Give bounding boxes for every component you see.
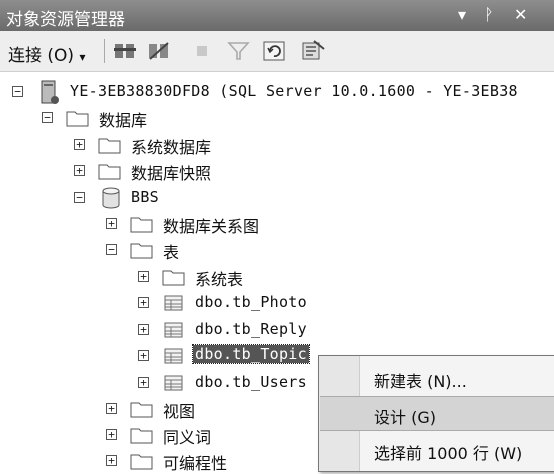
tree-label-system-databases: 系统数据库	[131, 138, 212, 157]
stop-icon[interactable]	[190, 39, 216, 63]
filter-icon[interactable]	[226, 39, 252, 63]
pin-icon[interactable]: ᚹ	[484, 5, 494, 24]
tree-label-synonyms: 同义词	[163, 428, 212, 447]
menu-item-select-top[interactable]: 选择前 1000 行 (W)	[320, 433, 554, 466]
table-icon	[164, 375, 183, 391]
tree-node-db-snapshots[interactable]: + 数据库快照	[0, 158, 554, 184]
expand-icon[interactable]: +	[106, 429, 117, 440]
expand-icon[interactable]: +	[74, 139, 85, 150]
expand-icon[interactable]: +	[138, 377, 149, 388]
chevron-down-icon: ▾	[79, 50, 86, 64]
connect-button[interactable]: 连接 (O) ▾	[8, 41, 86, 66]
connect-label: 连接 (O)	[8, 46, 75, 66]
tree-node-system-databases[interactable]: + 系统数据库	[0, 132, 554, 158]
expand-icon[interactable]: +	[106, 455, 117, 466]
title-bar: 对象资源管理器 ▾ ᚹ ✕	[0, 0, 554, 31]
folder-icon	[130, 428, 153, 444]
table-icon	[164, 322, 183, 338]
expand-icon[interactable]: +	[106, 218, 117, 229]
refresh-icon[interactable]	[262, 39, 288, 63]
expand-icon[interactable]: +	[138, 297, 149, 308]
folder-icon	[130, 217, 153, 233]
expand-icon[interactable]: +	[138, 271, 149, 282]
tree-label-table-selected: dbo.tb_Topic	[192, 344, 310, 364]
expand-icon[interactable]: +	[138, 350, 149, 361]
tree-node-views[interactable]: + 视图	[0, 396, 318, 422]
collapse-icon[interactable]: −	[106, 244, 117, 255]
table-icon	[164, 295, 183, 311]
table-icon	[164, 348, 183, 364]
context-menu: 新建表 (N)... 设计 (G) 选择前 1000 行 (W)	[318, 355, 554, 472]
server-label: YE-3EB38830DFD8 (SQL Server 10.0.1600 - …	[70, 82, 518, 100]
menu-item-design[interactable]: 设计 (G)	[320, 396, 554, 431]
tree-node-db-diagrams[interactable]: + 数据库关系图	[0, 211, 554, 237]
tree-label-table: dbo.tb_Photo	[195, 293, 307, 311]
connect-object-icon[interactable]	[112, 39, 138, 63]
tree-node-bbs[interactable]: − BBS	[0, 185, 554, 211]
menu-item-label: 设计 (G)	[374, 408, 436, 427]
tree-label-db-diagrams: 数据库关系图	[163, 217, 260, 236]
tree-label-system-tables: 系统表	[195, 270, 244, 289]
folder-icon	[130, 454, 153, 470]
database-icon	[102, 187, 120, 209]
tree-label-db-snapshots: 数据库快照	[131, 164, 212, 183]
tree-node-table[interactable]: + dbo.tb_Photo	[0, 290, 554, 316]
tree-node-tables[interactable]: − 表	[0, 237, 554, 263]
collapse-icon[interactable]: −	[42, 112, 53, 123]
tree-node-table[interactable]: + dbo.tb_Users	[0, 370, 320, 396]
folder-icon	[66, 111, 89, 127]
menu-item-label: 选择前 1000 行 (W)	[374, 444, 523, 463]
toolbar: 连接 (O) ▾	[0, 31, 554, 72]
folder-icon	[130, 243, 153, 259]
tree-node-databases[interactable]: − 数据库	[0, 105, 554, 131]
tree-label-table: dbo.tb_Users	[195, 373, 307, 391]
folder-icon	[98, 138, 121, 154]
menu-item-new-table[interactable]: 新建表 (N)...	[320, 361, 554, 394]
tree-label-databases: 数据库	[99, 111, 148, 130]
server-icon	[41, 80, 59, 104]
disconnect-icon[interactable]	[146, 39, 172, 63]
tree-node-system-tables[interactable]: + 系统表	[0, 264, 554, 290]
toolbar-separator	[104, 39, 105, 63]
tree-node-server[interactable]: − YE-3EB38830DFD8 (SQL Server 10.0.1600 …	[0, 79, 554, 105]
folder-icon	[130, 402, 153, 418]
dropdown-icon[interactable]: ▾	[458, 5, 466, 24]
close-icon[interactable]: ✕	[514, 5, 527, 24]
expand-icon[interactable]: +	[138, 324, 149, 335]
summary-icon[interactable]	[300, 39, 326, 63]
window-title: 对象资源管理器	[6, 10, 125, 30]
tree-node-programmability[interactable]: + 可编程性	[0, 448, 318, 474]
tree-node-table[interactable]: + dbo.tb_Reply	[0, 317, 554, 343]
folder-icon	[98, 164, 121, 180]
menu-item-label: 新建表 (N)...	[374, 372, 467, 391]
expand-icon[interactable]: +	[106, 403, 117, 414]
tree-label-bbs: BBS	[131, 188, 159, 206]
tree-label-views: 视图	[163, 402, 196, 421]
folder-icon	[162, 270, 185, 286]
tree-label-table: dbo.tb_Reply	[195, 320, 307, 338]
collapse-icon[interactable]: −	[74, 192, 85, 203]
collapse-icon[interactable]: −	[12, 86, 23, 97]
tree-node-synonyms[interactable]: + 同义词	[0, 422, 318, 448]
tree-label-programmability: 可编程性	[163, 454, 228, 473]
expand-icon[interactable]: +	[74, 165, 85, 176]
tree-label-tables: 表	[163, 243, 180, 262]
